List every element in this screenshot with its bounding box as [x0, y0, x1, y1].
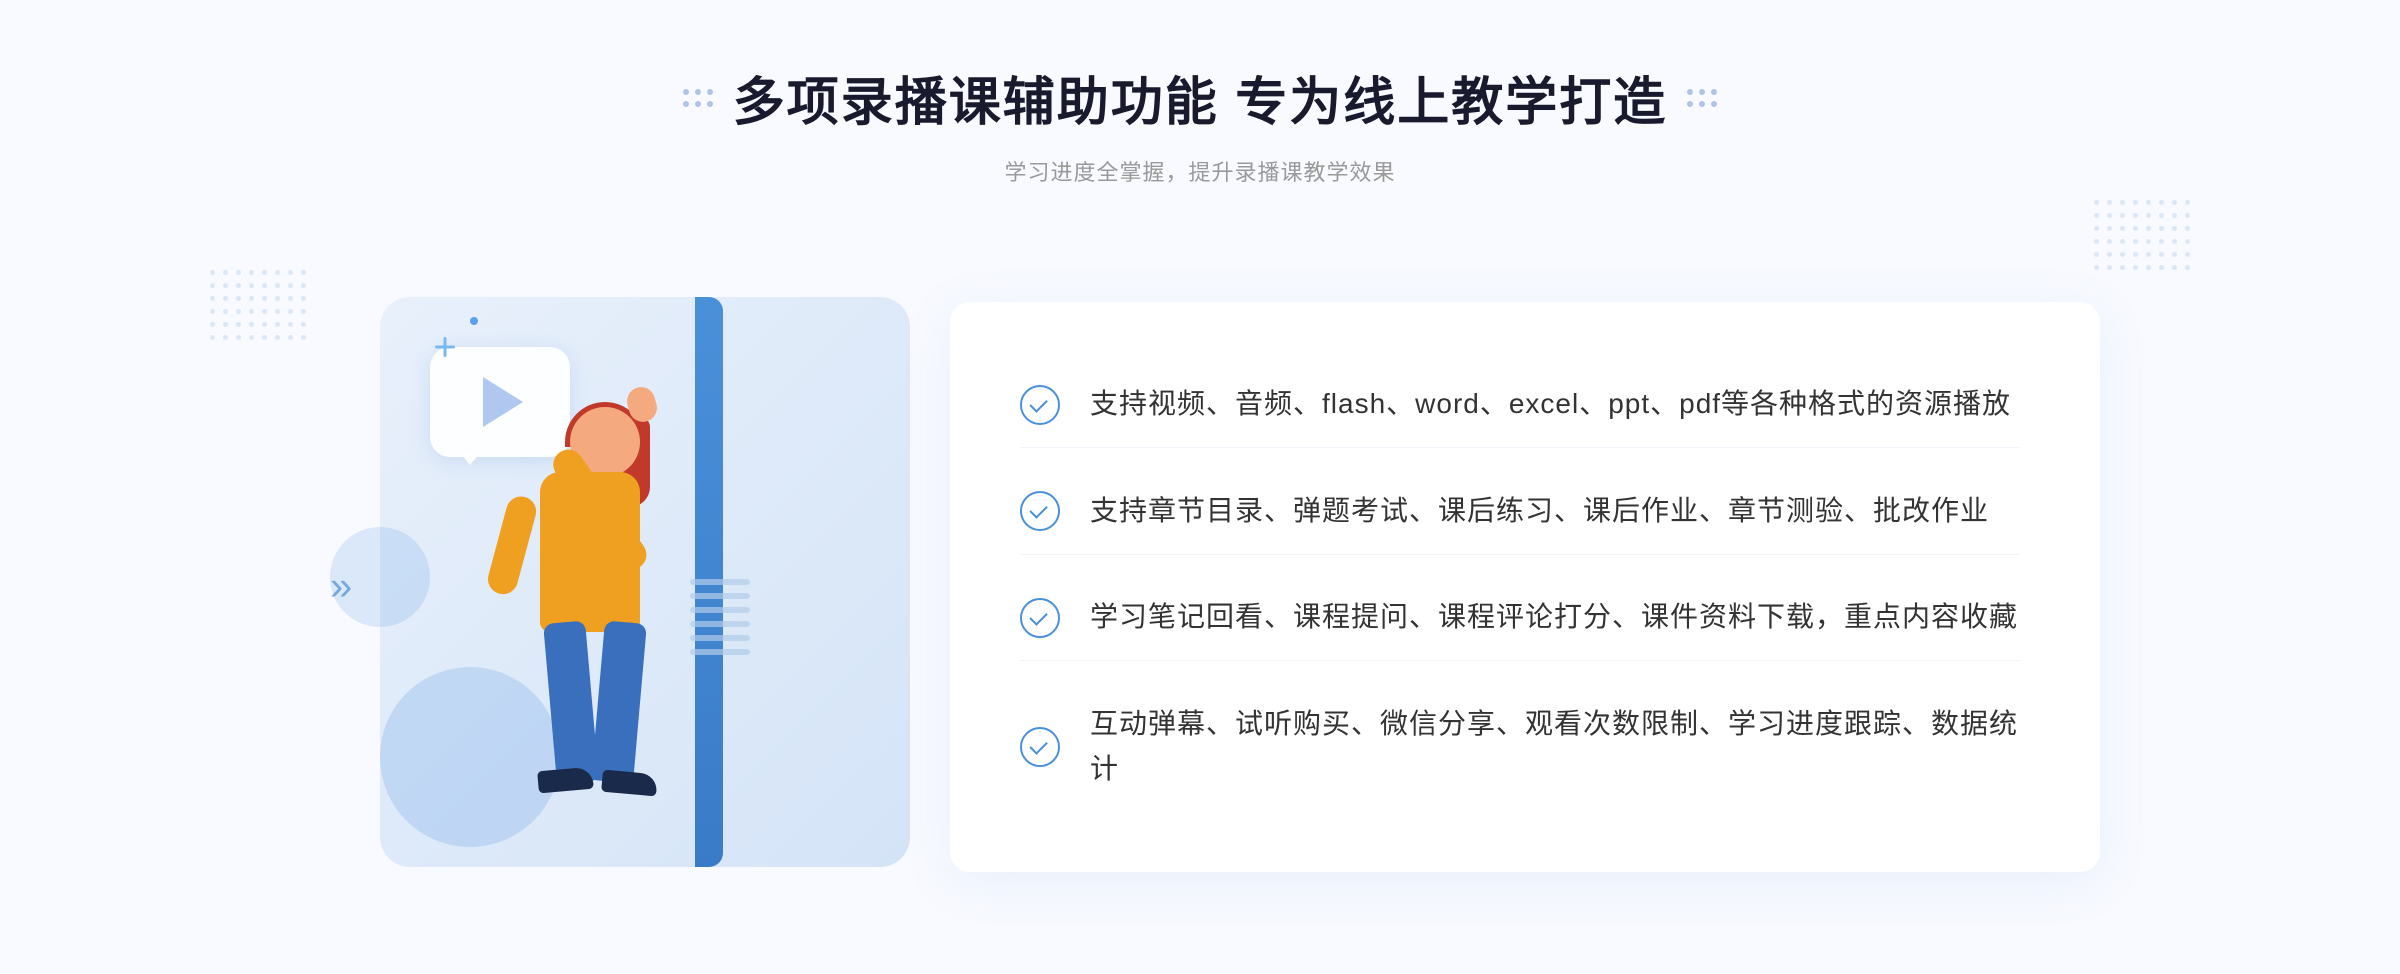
person-arm-left	[485, 493, 540, 597]
illustration-area	[300, 247, 980, 927]
check-icon-3	[1020, 598, 1060, 638]
page-container: 多项录播课辅助功能 专为线上教学打造 学习进度全掌握，提升录播课教学效果 »	[0, 0, 2400, 974]
feature-item-3: 学习笔记回看、课程提问、课程评论打分、课件资料下载，重点内容收藏	[1020, 575, 2020, 661]
main-content: »	[300, 247, 2100, 927]
feature-text-4: 互动弹幕、试听购买、微信分享、观看次数限制、学习进度跟踪、数据统计	[1090, 702, 2020, 792]
feature-item-2: 支持章节目录、弹题考试、课后练习、课后作业、章节测验、批改作业	[1020, 469, 2020, 555]
dot-pattern-left	[210, 270, 306, 340]
dot-pattern-right	[2094, 200, 2190, 270]
check-icon-4	[1020, 727, 1060, 767]
right-decorators	[1687, 89, 1717, 107]
person-illustration	[450, 407, 730, 907]
feature-item-1: 支持视频、音频、flash、word、excel、ppt、pdf等各种格式的资源…	[1020, 362, 2020, 448]
sparkle-1	[435, 337, 455, 357]
feature-list-area: 支持视频、音频、flash、word、excel、ppt、pdf等各种格式的资源…	[950, 302, 2100, 872]
check-icon-1	[1020, 385, 1060, 425]
header-section: 多项录播课辅助功能 专为线上教学打造 学习进度全掌握，提升录播课教学效果	[683, 60, 1717, 187]
feature-text-2: 支持章节目录、弹题考试、课后练习、课后作业、章节测验、批改作业	[1090, 489, 1989, 534]
check-icon-2	[1020, 491, 1060, 531]
left-decorators	[683, 89, 713, 107]
left-chevron: »	[330, 565, 352, 610]
person-shoe-left	[537, 767, 594, 794]
person-leg-left	[543, 620, 599, 783]
feature-text-3: 学习笔记回看、课程提问、课程评论打分、课件资料下载，重点内容收藏	[1090, 595, 2018, 640]
person-leg-right	[591, 620, 647, 783]
page-title: 多项录播课辅助功能 专为线上教学打造	[733, 60, 1667, 135]
sparkle-2	[470, 317, 478, 325]
header-title-row: 多项录播课辅助功能 专为线上教学打造	[683, 60, 1717, 135]
feature-text-1: 支持视频、音频、flash、word、excel、ppt、pdf等各种格式的资源…	[1090, 382, 2011, 427]
person-shoe-right	[601, 770, 658, 797]
chevron-icon: »	[330, 565, 352, 609]
feature-item-4: 互动弹幕、试听购买、微信分享、观看次数限制、学习进度跟踪、数据统计	[1020, 682, 2020, 812]
page-subtitle: 学习进度全掌握，提升录播课教学效果	[683, 155, 1717, 187]
